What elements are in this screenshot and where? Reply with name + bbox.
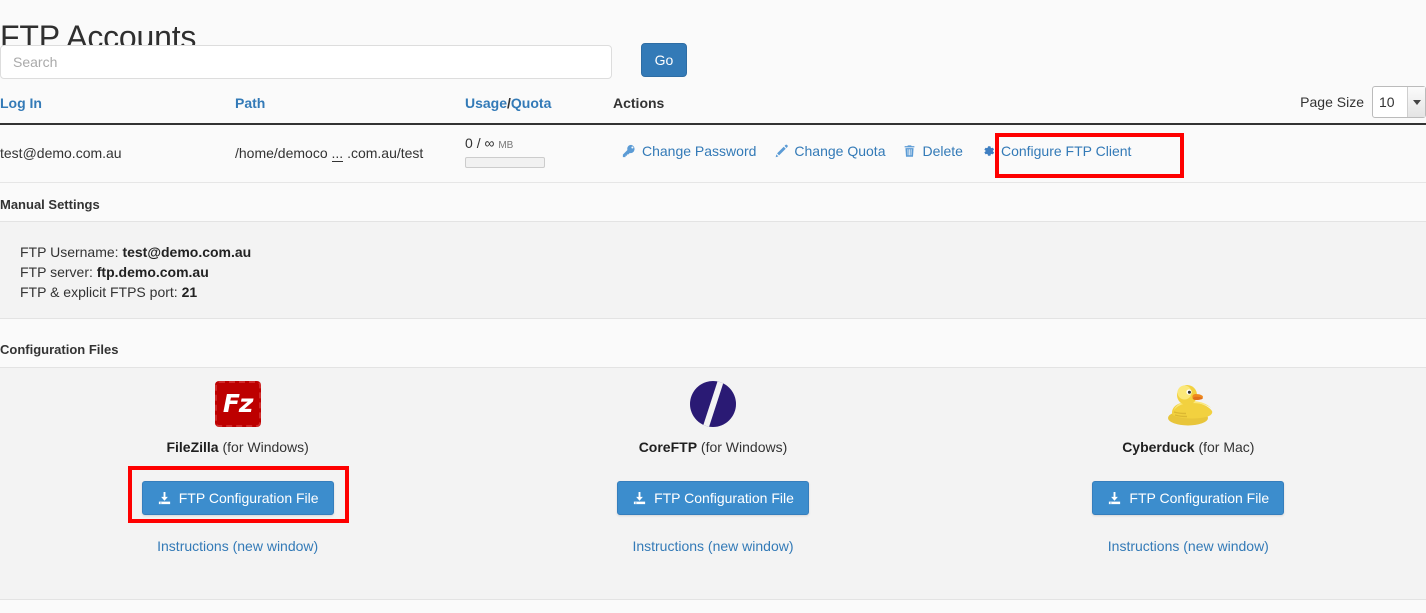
- config-card-filezilla: Fz FileZilla (for Windows) FTP Configura…: [0, 368, 475, 601]
- ftp-port-label: FTP & explicit FTPS port:: [20, 284, 178, 300]
- cell-actions: Change Password Change Quota Delete Conf…: [613, 139, 1140, 163]
- change-quota-label: Change Quota: [794, 143, 886, 159]
- change-quota-action[interactable]: Change Quota: [765, 139, 894, 163]
- usage-unit: MB: [498, 140, 514, 151]
- path-suffix: .com.au/test: [347, 145, 424, 161]
- usage-separator: /: [476, 135, 481, 151]
- delete-action[interactable]: Delete: [894, 139, 971, 163]
- filezilla-download-label: FTP Configuration File: [178, 490, 319, 506]
- manual-setting-row: FTP & explicit FTPS port: 21: [20, 282, 1426, 302]
- manual-settings-panel: FTP Username: test@demo.com.au FTP serve…: [0, 221, 1426, 319]
- config-card-cyberduck: Cyberduck (for Mac) FTP Configuration Fi…: [951, 368, 1426, 601]
- usage-value: 0: [465, 135, 473, 151]
- ftp-accounts-table: Log In Path Usage/Quota Actions test@dem…: [0, 95, 1426, 183]
- change-password-action[interactable]: Change Password: [613, 139, 765, 163]
- cyberduck-download-label: FTP Configuration File: [1129, 490, 1270, 506]
- filezilla-instructions-link[interactable]: Instructions (new window): [157, 538, 318, 554]
- column-header-actions: Actions: [613, 95, 665, 111]
- go-button[interactable]: Go: [641, 43, 687, 77]
- cyberduck-platform: (for Mac): [1198, 439, 1255, 455]
- filezilla-platform: (for Windows): [222, 439, 309, 455]
- cell-login: test@demo.com.au: [0, 145, 122, 161]
- filezilla-icon: Fz: [212, 378, 264, 430]
- column-header-usage-link[interactable]: Usage: [465, 95, 507, 111]
- table-header-row: Log In Path Usage/Quota Actions: [0, 95, 1426, 125]
- manual-setting-row: FTP Username: test@demo.com.au: [20, 242, 1426, 262]
- coreftp-download-label: FTP Configuration File: [654, 490, 794, 506]
- column-header-login-link[interactable]: Log In: [0, 95, 42, 111]
- usage-progress-bar: [465, 157, 545, 168]
- configure-ftp-client-action[interactable]: Configure FTP Client: [972, 139, 1140, 163]
- download-icon: [632, 491, 647, 506]
- coreftp-instructions-link[interactable]: Instructions (new window): [632, 538, 793, 554]
- table-row: test@demo.com.au /home/democo ... .com.a…: [0, 125, 1426, 183]
- manual-settings-heading: Manual Settings: [0, 197, 100, 212]
- configuration-files-panel: Fz FileZilla (for Windows) FTP Configura…: [0, 367, 1426, 600]
- key-icon: [622, 144, 636, 158]
- cyberduck-name: Cyberduck: [1122, 439, 1195, 455]
- delete-label: Delete: [922, 143, 963, 159]
- pencil-icon: [774, 144, 789, 158]
- filezilla-name: FileZilla: [166, 439, 219, 455]
- change-password-label: Change Password: [642, 143, 757, 159]
- filezilla-download-config-button[interactable]: FTP Configuration File: [141, 481, 334, 515]
- filezilla-icon-text: Fz: [222, 388, 254, 418]
- coreftp-icon: [687, 378, 739, 430]
- column-header-login[interactable]: Log In: [0, 95, 42, 111]
- column-header-usage-quota[interactable]: Usage/Quota: [465, 95, 551, 111]
- config-card-title: Cyberduck (for Mac): [1122, 439, 1254, 455]
- ftp-accounts-page: FTP Accounts Page Size 10 Go Log In Path…: [0, 0, 1426, 613]
- coreftp-download-config-button[interactable]: FTP Configuration File: [617, 481, 809, 515]
- coreftp-name: CoreFTP: [638, 439, 698, 455]
- configuration-files-cards: Fz FileZilla (for Windows) FTP Configura…: [0, 368, 1426, 601]
- cyberduck-download-config-button[interactable]: FTP Configuration File: [1092, 481, 1285, 515]
- config-card-title: CoreFTP (for Windows): [639, 439, 788, 455]
- trash-icon: [903, 144, 916, 158]
- usage-quota-text: 0 / ∞ MB: [465, 135, 545, 151]
- column-header-quota-link[interactable]: Quota: [511, 95, 551, 111]
- cell-usage-quota: 0 / ∞ MB: [465, 135, 545, 168]
- toolbar: Page Size 10: [0, 42, 1426, 118]
- ftp-port-value: 21: [181, 284, 198, 300]
- cell-path: /home/democo ... .com.au/test: [235, 145, 424, 162]
- configuration-files-heading: Configuration Files: [0, 342, 119, 357]
- config-card-title: FileZilla (for Windows): [166, 439, 308, 455]
- coreftp-platform: (for Windows): [700, 439, 788, 455]
- quota-value: ∞: [484, 135, 495, 151]
- search-input[interactable]: [0, 45, 612, 79]
- path-prefix: /home/democo: [235, 145, 328, 161]
- column-header-path-link[interactable]: Path: [235, 95, 265, 111]
- column-header-path[interactable]: Path: [235, 95, 265, 111]
- ftp-username-value: test@demo.com.au: [122, 244, 252, 260]
- cyberduck-instructions-link[interactable]: Instructions (new window): [1108, 538, 1269, 554]
- config-card-coreftp: CoreFTP (for Windows) FTP Configuration …: [475, 368, 950, 601]
- path-truncation-ellipsis[interactable]: ...: [331, 145, 344, 162]
- ftp-server-value: ftp.demo.com.au: [96, 264, 209, 280]
- gear-icon: [981, 144, 995, 158]
- cyberduck-icon: [1162, 378, 1214, 430]
- manual-setting-row: FTP server: ftp.demo.com.au: [20, 262, 1426, 282]
- ftp-username-label: FTP Username:: [20, 244, 119, 260]
- manual-settings-list: FTP Username: test@demo.com.au FTP serve…: [0, 222, 1426, 302]
- download-icon: [157, 491, 172, 506]
- configure-ftp-client-label: Configure FTP Client: [1000, 143, 1132, 159]
- ftp-server-label: FTP server:: [20, 264, 93, 280]
- download-icon: [1107, 491, 1122, 506]
